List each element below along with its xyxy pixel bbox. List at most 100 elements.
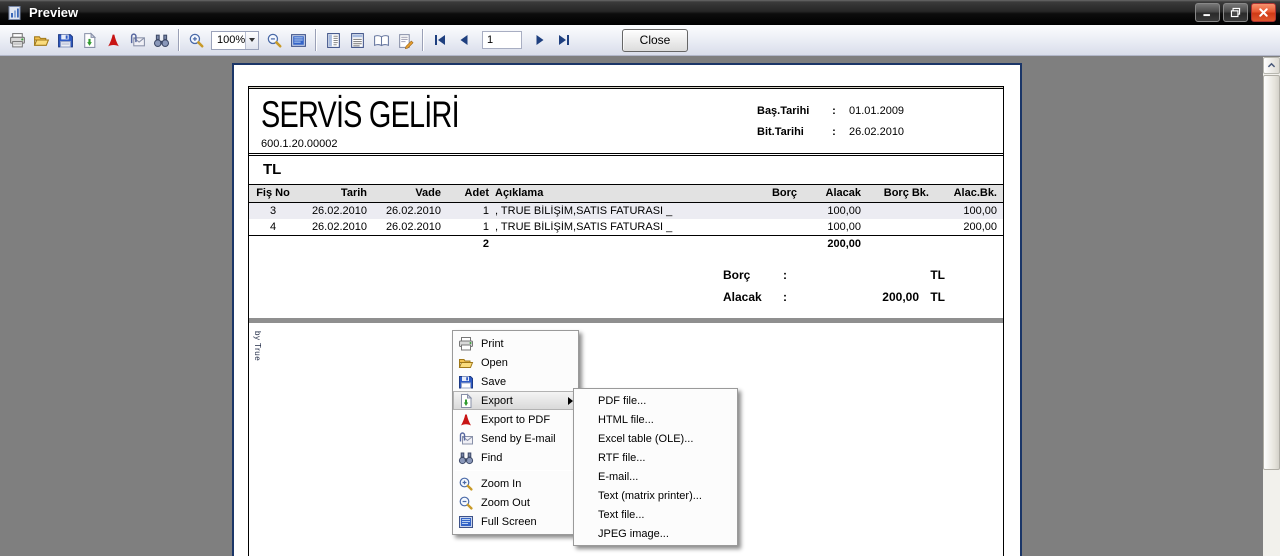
col-header: Adet (447, 187, 489, 199)
first-page-button[interactable] (428, 28, 452, 52)
submenu-item-text-matrix-printer[interactable]: Text (matrix printer)... (574, 486, 737, 505)
submenu-item-pdf-file[interactable]: PDF file... (574, 391, 737, 410)
outline-view-button[interactable] (321, 28, 345, 52)
book-view-button[interactable] (369, 28, 393, 52)
report-header: SERVİS GELİRİ 600.1.20.00002 Baş.Tarihi … (249, 89, 1003, 154)
find-button[interactable] (149, 28, 173, 52)
details-view-icon (349, 32, 366, 49)
outline-view-icon (325, 32, 342, 49)
zoom-in-icon (188, 32, 205, 49)
toolbar-separator (178, 29, 179, 51)
submenu-item-html-file[interactable]: HTML file... (574, 410, 737, 429)
save-icon (458, 374, 474, 390)
menu-item-save[interactable]: Save (453, 372, 578, 391)
alacak-label: Alacak (723, 290, 783, 304)
chevron-down-icon (249, 38, 255, 42)
colon: : (783, 268, 819, 282)
zoom-out-icon (266, 32, 283, 49)
open-icon (33, 32, 50, 49)
titlebar: Preview (0, 0, 1280, 25)
find-icon (153, 32, 170, 49)
save-button[interactable] (53, 28, 77, 52)
preview-window: Preview 100% (0, 0, 1280, 556)
toolbar-separator (315, 29, 316, 51)
report-title: SERVİS GELİRİ (261, 96, 459, 135)
date-range: Baş.Tarihi : 01.01.2009 Bit.Tarihi : 26.… (757, 105, 915, 150)
details-view-button[interactable] (345, 28, 369, 52)
zoom-level-dropdown[interactable]: 100% (211, 31, 259, 50)
borc-currency: TL (919, 268, 945, 282)
prev-page-button[interactable] (452, 28, 476, 52)
minimize-button[interactable] (1195, 3, 1220, 22)
menu-item-export-to-pdf[interactable]: Export to PDF (453, 410, 578, 429)
zoom-out-button[interactable] (262, 28, 286, 52)
alacak-total: 200,00 (803, 238, 861, 250)
menu-item-find[interactable]: Find (453, 448, 578, 467)
chevron-up-icon (1266, 60, 1277, 71)
submenu-item-text-file[interactable]: Text file... (574, 505, 737, 524)
last-page-icon (556, 32, 572, 48)
vertical-scrollbar[interactable] (1263, 57, 1280, 556)
menu-item-zoom-in[interactable]: Zoom In (453, 474, 578, 493)
end-date-label: Bit.Tarihi (757, 126, 819, 138)
window-title: Preview (29, 5, 78, 20)
zoom-dropdown-button[interactable] (245, 32, 258, 49)
submenu-item-excel-table[interactable]: Excel table (OLE)... (574, 429, 737, 448)
submenu-item-jpeg-image[interactable]: JPEG image... (574, 524, 737, 543)
book-view-icon (373, 32, 390, 49)
start-date-label: Baş.Tarihi (757, 105, 819, 117)
borc-value (819, 268, 919, 282)
submenu-item-rtf-file[interactable]: RTF file... (574, 448, 737, 467)
close-button[interactable]: Close (622, 29, 688, 52)
table-header-row: Fiş No Tarih Vade Adet Açıklama Borç Ala… (249, 184, 1003, 203)
toolbar-separator (422, 29, 423, 51)
menu-item-zoom-out[interactable]: Zoom Out (453, 493, 578, 512)
export-pdf-button[interactable] (101, 28, 125, 52)
email-icon (458, 431, 474, 447)
export-icon (458, 393, 474, 409)
edit-page-icon (397, 32, 414, 49)
find-icon (458, 450, 474, 466)
open-button[interactable] (29, 28, 53, 52)
menu-item-open[interactable]: Open (453, 353, 578, 372)
page-number-input[interactable] (482, 31, 522, 49)
col-header: Alacak (803, 187, 861, 199)
menu-item-print[interactable]: Print (453, 334, 578, 353)
menu-item-send-by-email[interactable]: Send by E-mail (453, 429, 578, 448)
adet-total: 2 (447, 238, 489, 250)
close-window-button[interactable] (1251, 3, 1276, 22)
edit-page-button[interactable] (393, 28, 417, 52)
zoom-in-button[interactable] (184, 28, 208, 52)
start-date-row: Baş.Tarihi : 01.01.2009 (757, 105, 915, 117)
last-page-button[interactable] (552, 28, 576, 52)
table-row: 4 26.02.2010 26.02.2010 1 , TRUE BİLİŞİM… (249, 219, 1003, 235)
submenu-item-email[interactable]: E-mail... (574, 467, 737, 486)
alacak-summary-row: Alacak : 200,00 TL (249, 290, 1003, 304)
print-button[interactable] (5, 28, 29, 52)
borc-summary-row: Borç : TL (249, 268, 1003, 282)
menu-item-export[interactable]: Export (453, 391, 578, 410)
restore-icon (1229, 6, 1242, 19)
full-screen-button[interactable] (286, 28, 310, 52)
context-menu: Print Open Save Export Export to PDF (452, 330, 579, 535)
close-icon (1257, 6, 1270, 19)
scrollbar-thumb[interactable] (1263, 75, 1280, 470)
window-controls (1195, 3, 1276, 22)
export-icon (81, 32, 98, 49)
zoom-out-icon (458, 495, 474, 511)
start-date-value: 01.01.2009 (849, 105, 915, 117)
scrollbar-up-button[interactable] (1263, 57, 1280, 74)
preview-content: SERVİS GELİRİ 600.1.20.00002 Baş.Tarihi … (0, 57, 1280, 556)
full-screen-icon (458, 514, 474, 530)
full-screen-icon (290, 32, 307, 49)
currency-section-label: TL (249, 156, 1003, 184)
next-page-button[interactable] (528, 28, 552, 52)
send-email-button[interactable] (125, 28, 149, 52)
restore-button[interactable] (1223, 3, 1248, 22)
toolbar: 100% Close (0, 25, 1280, 56)
export-button[interactable] (77, 28, 101, 52)
menu-item-full-screen[interactable]: Full Screen (453, 512, 578, 531)
first-page-icon (432, 32, 448, 48)
table-row: 3 26.02.2010 26.02.2010 1 , TRUE BİLİŞİM… (249, 203, 1003, 219)
menu-separator (455, 470, 576, 471)
